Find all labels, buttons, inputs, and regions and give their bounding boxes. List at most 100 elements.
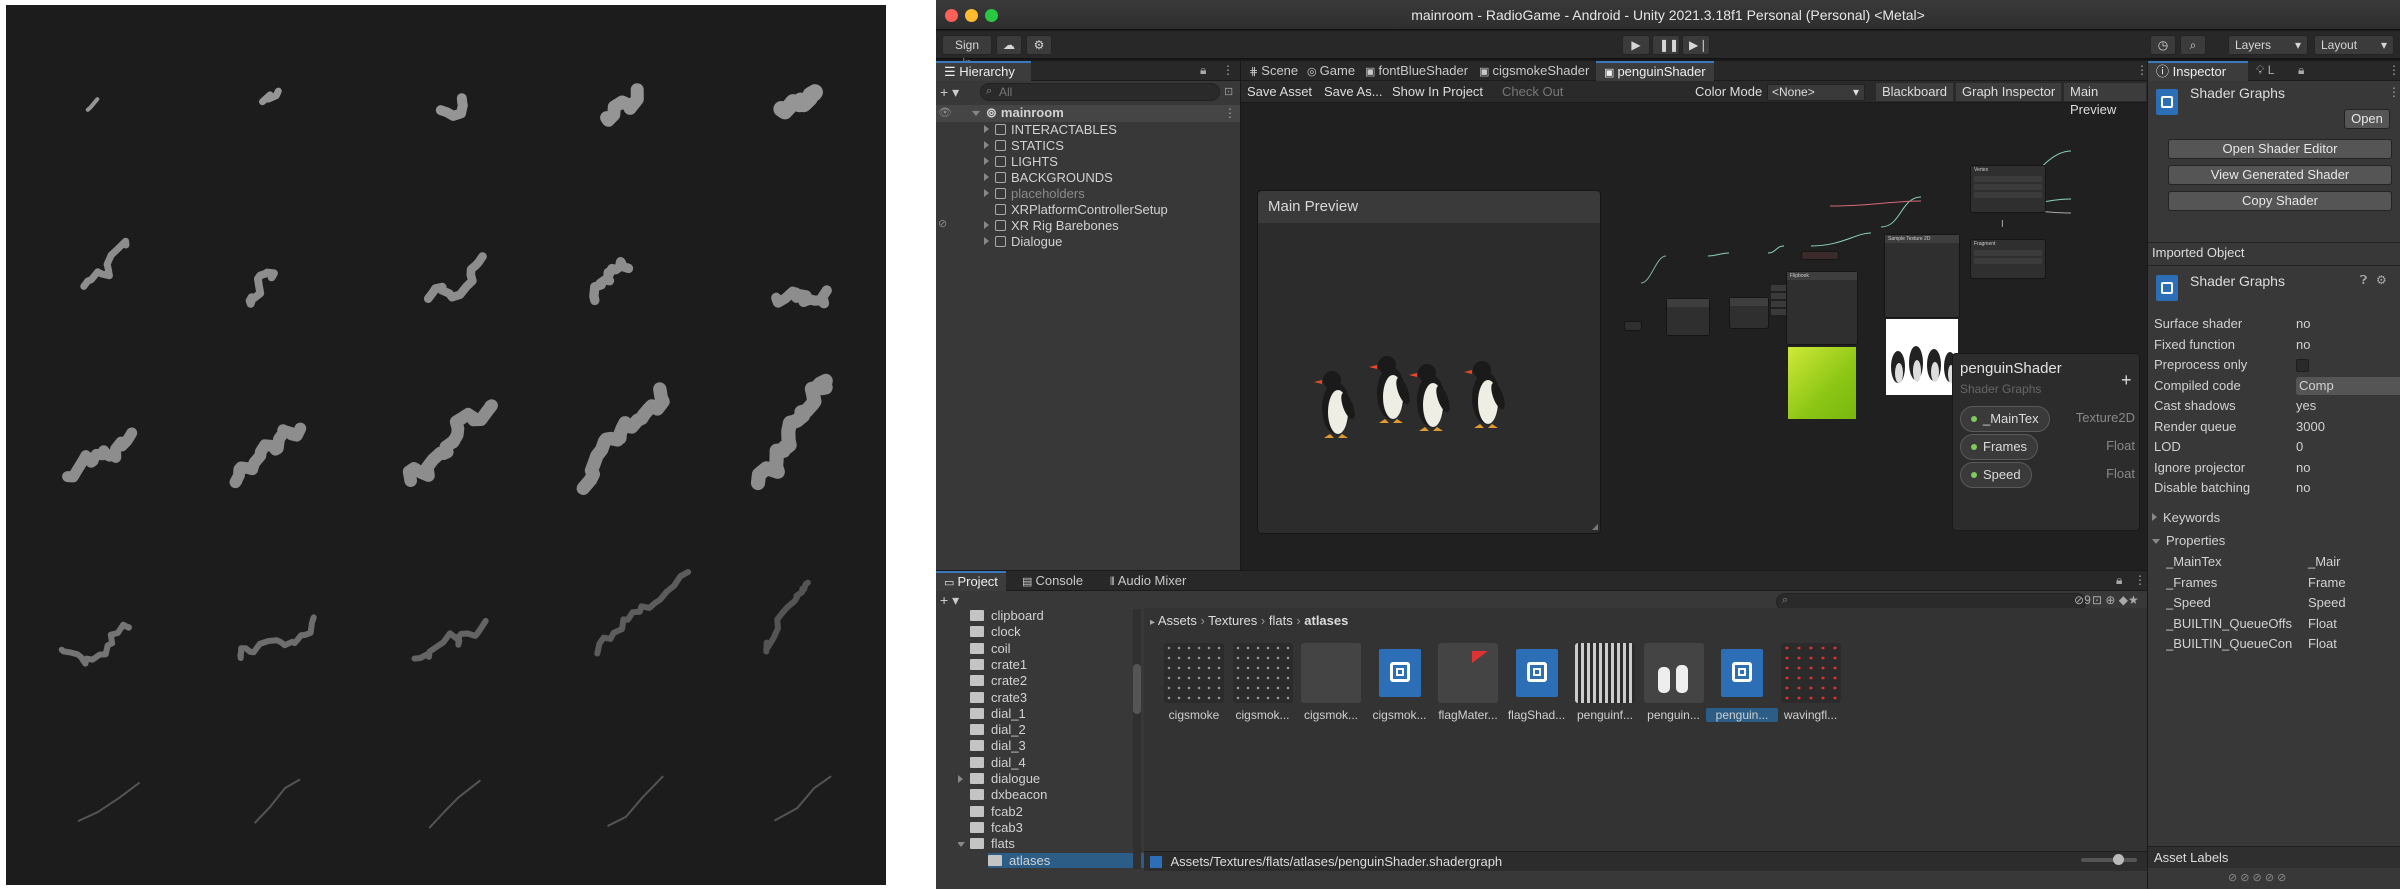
cloud-icon[interactable]: ☁ (996, 35, 1022, 55)
save-as-button[interactable]: Save As... (1318, 83, 1390, 101)
vertex-stack[interactable]: Vertex (1970, 165, 2046, 213)
property-pill[interactable]: Speed (1960, 462, 2032, 488)
step-button[interactable]: ▶❘ (1682, 35, 1710, 55)
tree-scrollbar[interactable] (1133, 609, 1141, 869)
tab-scene[interactable]: ⋕ Scene (1241, 61, 1306, 81)
maintex-property-node[interactable] (1801, 251, 1839, 260)
tab-penguinshader[interactable]: ▣ penguinShader (1596, 61, 1714, 81)
blackboard-property[interactable]: Speed Float (1960, 462, 2135, 488)
folder-item[interactable]: fcab3 (970, 820, 1023, 836)
breadcrumb-item[interactable]: Assets (1158, 613, 1197, 628)
inspector-lock-icon[interactable]: 🔒︎ (2298, 63, 2304, 78)
time-node[interactable] (1624, 321, 1642, 331)
main-preview-toggle[interactable]: Main Preview (2064, 83, 2147, 117)
tab-fontblueshader[interactable]: ▣ fontBlueShader (1357, 61, 1476, 81)
tab-project[interactable]: ▭ Project (936, 571, 1006, 591)
tab-cigsmokeshader[interactable]: ▣ cigsmokeShader (1471, 61, 1597, 81)
project-lock-icon[interactable]: 🔒︎ (2116, 573, 2122, 588)
hierarchy-item[interactable]: XR Rig Barebones (984, 218, 1119, 234)
folder-item[interactable]: dial_3 (970, 738, 1026, 754)
add-object-button[interactable]: + ▾ (940, 84, 959, 101)
icon-size-slider[interactable] (2081, 854, 2137, 865)
fragment-stack[interactable]: Fragment (1970, 239, 2046, 279)
filter-type-icon[interactable]: ⊡ ⊕ ◆ (2092, 593, 2128, 607)
hierarchy-item[interactable]: placeholders (984, 186, 1085, 202)
history-icon[interactable]: ◷ (2150, 35, 2176, 55)
visibility-icon[interactable]: 👁︎ (938, 106, 952, 119)
layers-dropdown[interactable]: Layers ▾ (2228, 35, 2308, 55)
show-in-project-button[interactable]: Show In Project (1386, 83, 1491, 101)
folder-item[interactable]: fcab2 (970, 804, 1023, 820)
asset-item[interactable]: cigsmoke (1158, 643, 1230, 722)
hierarchy-item[interactable]: LIGHTS (984, 154, 1058, 170)
asset-item[interactable]: cigsmok... (1364, 643, 1436, 722)
hierarchy-item[interactable]: Dialogue (984, 234, 1062, 250)
blackboard-property[interactable]: _MainTex Texture2D (1960, 406, 2135, 432)
inspector-item-menu-icon[interactable]: ⋮ (2388, 85, 2400, 99)
more-menu-icon[interactable]: ⋮ (1222, 63, 1234, 77)
properties-foldout[interactable]: Properties (2152, 531, 2225, 551)
keywords-foldout[interactable]: Keywords (2152, 508, 2220, 528)
hierarchy-search-input[interactable]: All (980, 83, 1220, 101)
folder-item[interactable]: dxbeacon (970, 787, 1047, 803)
folder-item[interactable]: flats (958, 836, 1015, 852)
collab-icon[interactable]: ⚙ (1026, 35, 1052, 55)
floor-node[interactable] (1729, 297, 1769, 329)
hierarchy-item[interactable]: XRPlatformControllerSetup (995, 202, 1168, 218)
settings-icon[interactable]: ⚙ (2376, 273, 2387, 287)
pause-button[interactable]: ❚❚ (1652, 35, 1680, 55)
inspector-menu-icon[interactable]: ⋮ (2388, 63, 2400, 77)
asset-item[interactable]: wavingfl... (1775, 643, 1847, 722)
folder-item[interactable]: dialogue (958, 771, 1040, 787)
lock-icon[interactable]: 🔒︎ (1200, 63, 1206, 78)
asset-item[interactable]: penguin... (1706, 643, 1778, 722)
folder-item[interactable]: atlases (988, 852, 1148, 868)
layout-dropdown[interactable]: Layout ▾ (2314, 35, 2394, 55)
blackboard-panel[interactable]: penguinShader Shader Graphs + _MainTex Te… (1952, 353, 2140, 531)
save-asset-button[interactable]: Save Asset (1241, 83, 1320, 101)
folder-item[interactable]: dial_4 (970, 755, 1026, 771)
graph-inspector-toggle[interactable]: Graph Inspector (1956, 83, 2063, 101)
sign-in-button[interactable]: Sign in (942, 35, 992, 70)
star-icon[interactable]: ★ (2128, 593, 2139, 607)
breadcrumb-item[interactable]: flats (1269, 613, 1293, 628)
scene-root[interactable]: ⊚ mainroom (972, 105, 1064, 121)
flipbook-node[interactable]: Flipbook (1786, 271, 1858, 345)
compiled-code-button[interactable]: Comp (2296, 376, 2400, 395)
breadcrumb-item[interactable]: Textures (1208, 613, 1257, 628)
add-property-button[interactable]: + (2121, 370, 2132, 391)
graph-menu-icon[interactable]: ⋮ (2136, 63, 2148, 77)
asset-item[interactable]: flagShad... (1501, 643, 1573, 722)
folder-item[interactable]: crate1 (970, 657, 1027, 673)
asset-item[interactable]: penguinf... (1569, 643, 1641, 722)
color-mode-dropdown[interactable]: <None> ▾ (1767, 84, 1865, 101)
asset-item[interactable]: cigsmok... (1295, 643, 1367, 722)
play-button[interactable]: ▶ (1622, 35, 1650, 55)
scene-search-icon[interactable]: ⊡ (1224, 85, 1233, 98)
sample-texture-node[interactable]: Sample Texture 2D (1884, 234, 1960, 318)
help-icon[interactable]: ❓︎ (2360, 273, 2367, 288)
inspector-action-button[interactable]: Copy Shader (2168, 191, 2392, 211)
tab-hierarchy[interactable]: ☰ Hierarchy (936, 61, 1031, 81)
hierarchy-item[interactable]: BACKGROUNDS (984, 170, 1113, 186)
folder-item[interactable]: crate3 (970, 690, 1027, 706)
folder-item[interactable]: clipboard (970, 608, 1044, 624)
breadcrumb-item[interactable]: atlases (1304, 613, 1348, 628)
asset-labels-bar[interactable]: Asset Labels (2148, 846, 2400, 868)
project-menu-icon[interactable]: ⋮ (2134, 573, 2146, 587)
property-pill[interactable]: _MainTex (1960, 406, 2050, 432)
blackboard-property[interactable]: Frames Float (1960, 434, 2135, 460)
asset-item[interactable]: cigsmok... (1227, 643, 1299, 722)
scene-menu-icon[interactable]: ⋮ (1224, 106, 1236, 120)
inspector-action-button[interactable]: Open Shader Editor (2168, 139, 2392, 159)
tab-inspector[interactable]: ⓘ Inspector (2148, 61, 2248, 81)
hierarchy-item[interactable]: INTERACTABLES (984, 122, 1117, 138)
folder-item[interactable]: crate2 (970, 673, 1027, 689)
tab-audio-mixer[interactable]: ⫴ Audio Mixer (1102, 571, 1194, 591)
lighting-icon[interactable]: 💡︎ L (2256, 63, 2274, 78)
inspector-action-button[interactable]: View Generated Shader (2168, 165, 2392, 185)
open-button[interactable]: Open (2344, 109, 2390, 129)
check-out-button[interactable]: Check Out (1496, 83, 1571, 101)
search-icon[interactable]: ⌕ (2180, 35, 2206, 55)
modulo-node[interactable] (1666, 298, 1710, 336)
